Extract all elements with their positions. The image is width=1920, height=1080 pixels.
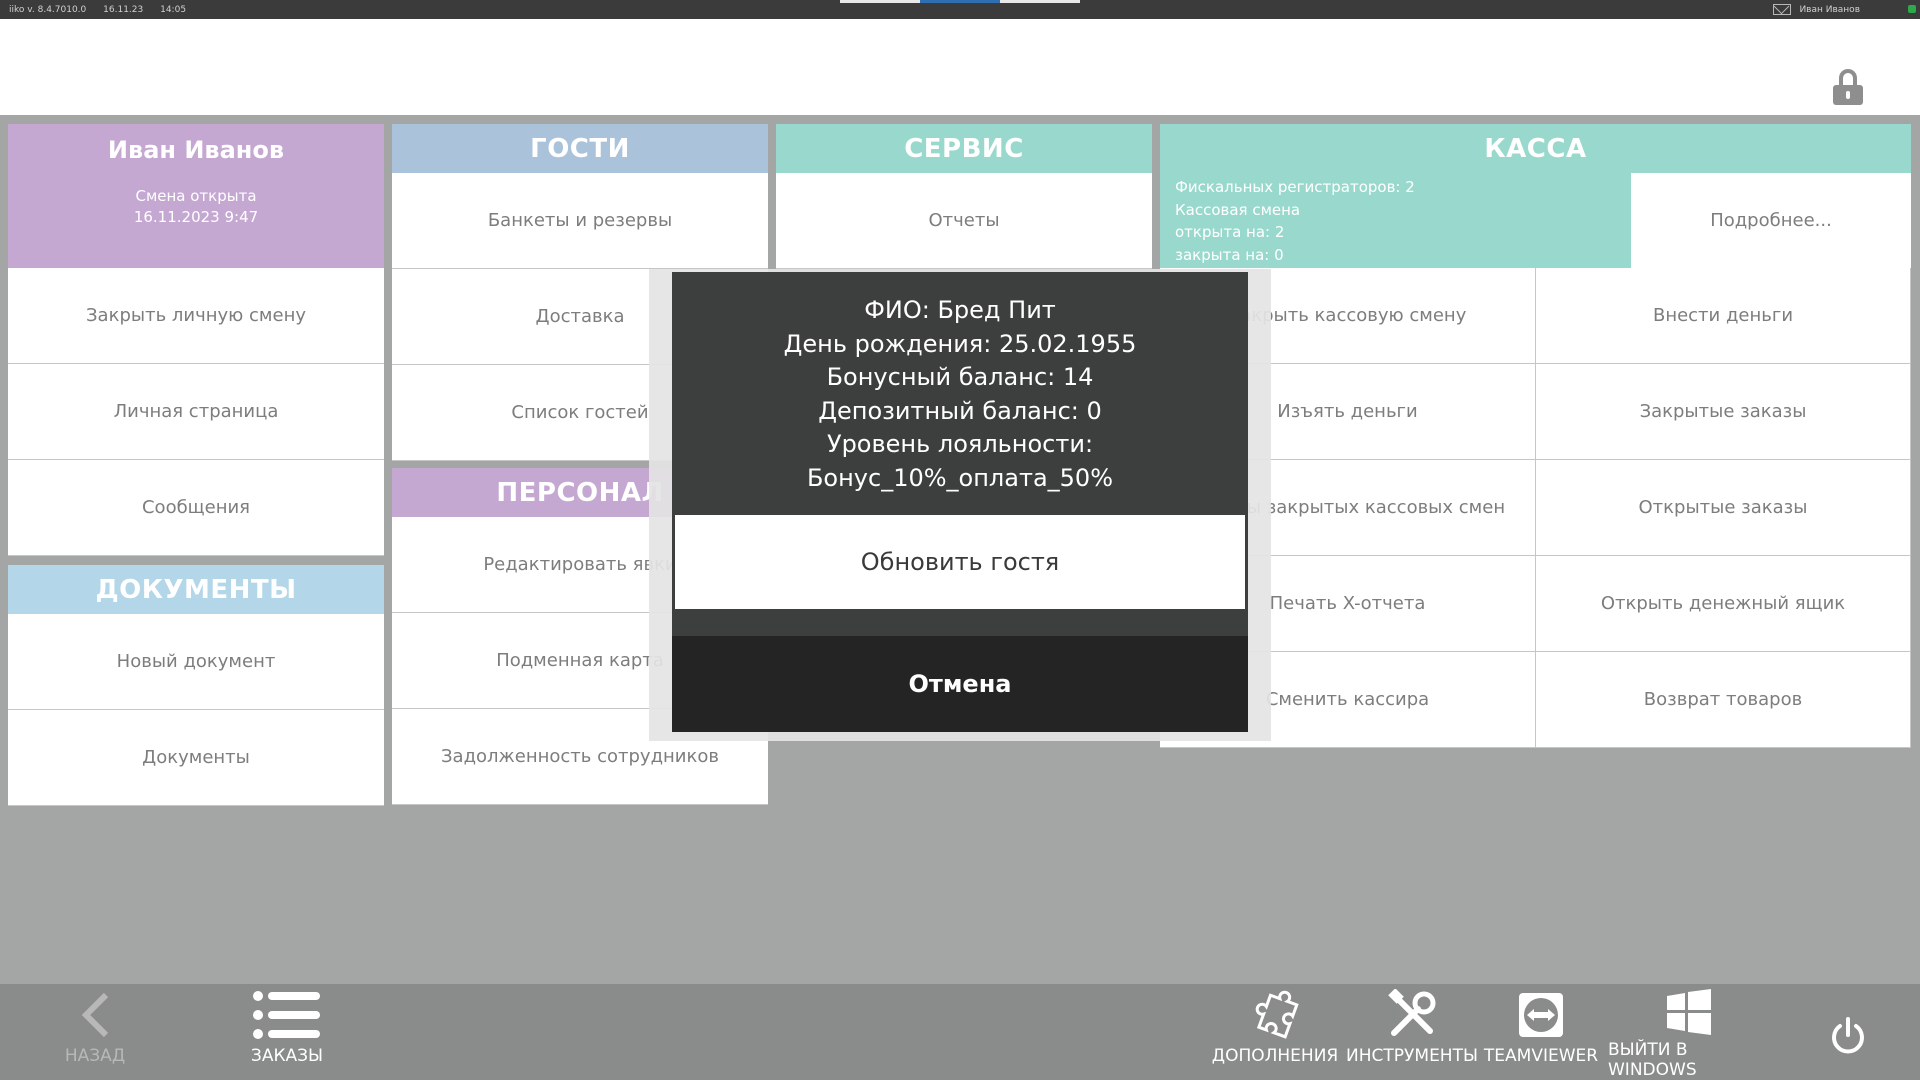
tools-button[interactable]: ИНСТРУМЕНТЫ [1346,984,1478,1080]
banquets-button[interactable]: Банкеты и резервы [392,173,768,269]
tools-label: ИНСТРУМЕНТЫ [1346,1046,1478,1066]
chevron-left-icon [81,992,109,1038]
kassa-panel: КАССА Фискальных регистраторов: 2 Кассов… [1160,124,1911,748]
cancel-button[interactable]: Отмена [672,636,1248,732]
new-document-button[interactable]: Новый документ [8,614,384,710]
orders-button[interactable]: ЗАКАЗЫ [244,984,330,1080]
addons-label: ДОПОЛНЕНИЯ [1211,1046,1339,1066]
app-version: iiko v. 8.4.7010.0 [9,5,87,15]
connection-status-icon [1908,5,1916,13]
update-guest-button[interactable]: Обновить гостя [675,515,1245,609]
return-goods-button[interactable]: Возврат товаров [1536,652,1911,748]
tab-indicator [1000,0,1080,3]
guests-title: ГОСТИ [392,124,768,173]
window-tabs-indicator [840,0,1080,3]
cash-shift-label: Кассовая смена [1175,200,1301,219]
shift-date: 16.11.2023 9:47 [133,208,259,226]
teamviewer-icon [1519,993,1563,1037]
guest-deposit-balance: Депозитный баланс: 0 [818,396,1102,425]
back-label: НАЗАД [64,1046,126,1066]
guest-fio: ФИО: Бред Пит [864,296,1056,324]
lock-icon[interactable] [1833,69,1863,105]
guest-birthday: День рождения: 25.02.1955 [783,329,1137,358]
fiscal-registers-count: Фискальных регистраторов: 2 [1175,178,1415,196]
service-title: СЕРВИС [776,124,1152,173]
service-panel: СЕРВИС Отчеты [776,124,1152,269]
reports-button[interactable]: Отчеты [776,173,1152,269]
open-orders-button[interactable]: Открытые заказы [1536,460,1911,556]
power-button[interactable] [1824,1016,1872,1056]
power-icon [1832,1017,1864,1054]
kassa-actions-grid: Закрыть кассовую смену Внести деньги Изъ… [1160,268,1911,748]
cash-shift-closed: закрыта на: 0 [1175,245,1284,264]
header [0,19,1920,115]
tab-indicator [840,0,920,3]
tools-icon [1388,989,1436,1036]
teamviewer-button[interactable]: TEAMVIEWER [1484,984,1598,1080]
list-icon [253,991,320,1039]
documents-button[interactable]: Документы [8,710,384,806]
windows-icon [1667,989,1711,1035]
tab-indicator-active [920,0,1000,3]
guest-loyalty-level: Уровень лояльности: Бонус_10%_оплата_50% [806,430,1114,492]
bottom-toolbar: НАЗАД ЗАКАЗЫ ДОПОЛНЕНИЯ ИНСТРУМЕНТЫ TEAM… [0,984,1920,1080]
kassa-info: Фискальных регистраторов: 2 Кассовая сме… [1160,173,1631,268]
cash-shift-open: открыта на: 2 [1175,223,1285,241]
kassa-details-button[interactable]: Подробнее... [1631,173,1911,268]
user-header: Иван Иванов Смена открыта 16.11.2023 9:4… [8,124,384,268]
exit-to-windows-button[interactable]: ВЫЙТИ В WINDOWS [1608,984,1770,1080]
close-personal-shift-button[interactable]: Закрыть личную смену [8,268,384,364]
guest-info-dialog: ФИО: Бред Пит День рождения: 25.02.1955 … [672,272,1248,732]
mail-icon[interactable] [1773,4,1792,15]
deposit-money-button[interactable]: Внести деньги [1536,268,1911,364]
orders-label: ЗАКАЗЫ [250,1046,324,1066]
back-button[interactable]: НАЗАД [56,984,134,1080]
closed-orders-button[interactable]: Закрытые заказы [1536,364,1911,460]
guest-bonus-balance: Бонусный баланс: 14 [826,363,1094,391]
kassa-title: КАССА [1160,124,1911,173]
messages-button[interactable]: Сообщения [8,460,384,556]
status-right: Иван Иванов [1773,4,1860,15]
status-time: 14:05 [160,5,187,15]
guest-info: ФИО: Бред Пит День рождения: 25.02.1955 … [672,272,1248,495]
addons-button[interactable]: ДОПОЛНЕНИЯ [1211,984,1339,1080]
documents-panel: ДОКУМЕНТЫ Новый документ Документы [8,565,384,806]
personal-page-button[interactable]: Личная страница [8,364,384,460]
teamviewer-label: TEAMVIEWER [1483,1046,1599,1066]
windows-label: ВЫЙТИ В WINDOWS [1608,1040,1697,1080]
status-meta: iiko v. 8.4.7010.0 16.11.23 14:05 [9,5,200,15]
user-panel: Иван Иванов Смена открыта 16.11.2023 9:4… [8,124,384,556]
shift-status: Смена открыта [135,187,257,205]
status-date: 16.11.23 [103,5,144,15]
status-user: Иван Иванов [1799,4,1860,15]
user-name: Иван Иванов [107,136,285,164]
top-status-bar: iiko v. 8.4.7010.0 16.11.23 14:05 Иван И… [0,0,1920,19]
documents-title: ДОКУМЕНТЫ [8,565,384,614]
open-cash-drawer-button[interactable]: Открыть денежный ящик [1536,556,1911,652]
puzzle-icon [1255,990,1299,1039]
